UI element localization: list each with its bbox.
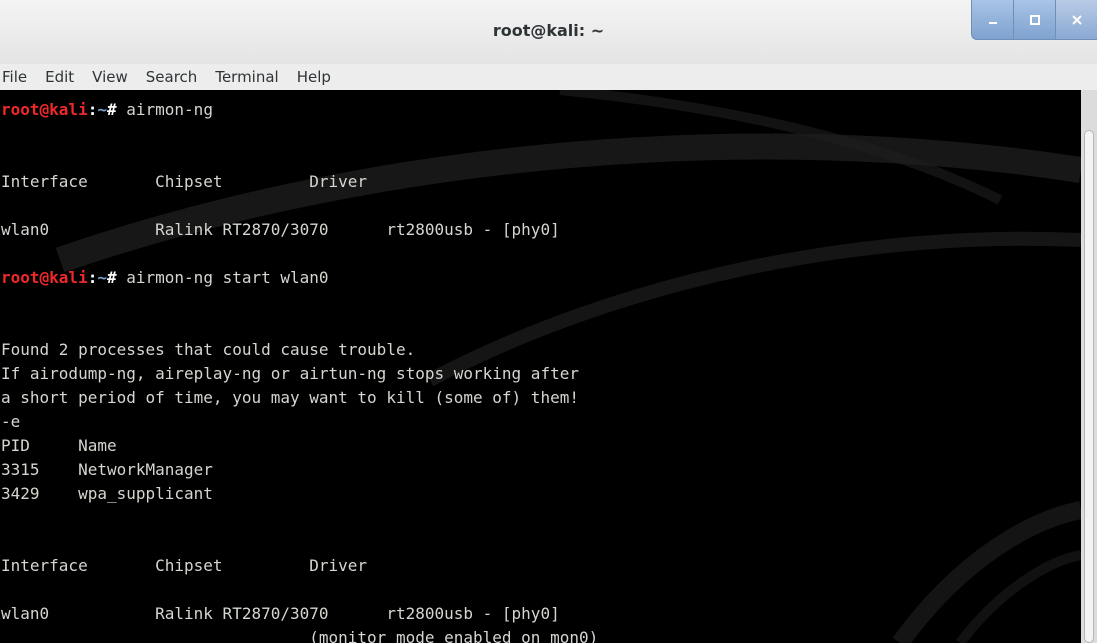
terminal-window: root@kali: ~ File Edit View Search Termi… bbox=[0, 0, 1097, 643]
prompt-symbol: # bbox=[106, 100, 127, 119]
menu-help[interactable]: Help bbox=[289, 64, 341, 90]
close-icon bbox=[1071, 14, 1082, 25]
title-bar[interactable]: root@kali: ~ bbox=[0, 0, 1097, 65]
terminal-lines: root@kali:~# airmon-ng Interface Chipset … bbox=[1, 98, 598, 643]
output-line: 3315 NetworkManager bbox=[1, 460, 213, 479]
prompt-separator: : bbox=[87, 100, 98, 119]
command-text: airmon-ng bbox=[126, 100, 213, 119]
output-line: wlan0 Ralink RT2870/3070 rt2800usb - [ph… bbox=[1, 604, 560, 623]
output-line: wlan0 Ralink RT2870/3070 rt2800usb - [ph… bbox=[1, 220, 560, 239]
output-line: If airodump-ng, aireplay-ng or airtun-ng… bbox=[1, 364, 579, 383]
output-line: (monitor mode enabled on mon0) bbox=[1, 628, 599, 643]
scrollbar-thumb[interactable] bbox=[1084, 130, 1094, 643]
menu-bar: File Edit View Search Terminal Help bbox=[0, 64, 1097, 91]
maximize-button[interactable] bbox=[1013, 0, 1055, 40]
prompt-path: ~ bbox=[97, 268, 107, 287]
minimize-button[interactable] bbox=[971, 0, 1013, 40]
menu-search[interactable]: Search bbox=[138, 64, 208, 90]
menu-terminal[interactable]: Terminal bbox=[207, 64, 288, 90]
menu-view[interactable]: View bbox=[84, 64, 138, 90]
command-text: airmon-ng start wlan0 bbox=[126, 268, 329, 287]
output-line: PID Name bbox=[1, 436, 117, 455]
output-line: 3429 wpa_supplicant bbox=[1, 484, 213, 503]
output-line: Found 2 processes that could cause troub… bbox=[1, 340, 416, 359]
scrollbar[interactable] bbox=[1081, 90, 1097, 643]
prompt-separator: : bbox=[87, 268, 98, 287]
minimize-icon bbox=[988, 21, 997, 24]
output-line: Interface Chipset Driver bbox=[1, 172, 368, 191]
prompt-symbol: # bbox=[106, 268, 127, 287]
prompt-user: root@kali bbox=[1, 268, 88, 287]
maximize-icon bbox=[1029, 14, 1040, 25]
close-button[interactable] bbox=[1055, 0, 1097, 40]
output-line: a short period of time, you may want to … bbox=[1, 388, 579, 407]
menu-edit[interactable]: Edit bbox=[37, 64, 84, 90]
output-line: -e bbox=[1, 412, 21, 431]
window-controls bbox=[971, 0, 1097, 40]
prompt-line: root@kali:~# airmon-ng start wlan0 bbox=[1, 266, 598, 290]
menu-file[interactable]: File bbox=[1, 64, 37, 90]
terminal-output[interactable]: root@kali:~# airmon-ng Interface Chipset … bbox=[0, 90, 1081, 643]
prompt-user: root@kali bbox=[1, 100, 88, 119]
prompt-path: ~ bbox=[97, 100, 107, 119]
prompt-line: root@kali:~# airmon-ng bbox=[1, 98, 598, 122]
window-title: root@kali: ~ bbox=[492, 21, 605, 40]
output-line: Interface Chipset Driver bbox=[1, 556, 368, 575]
